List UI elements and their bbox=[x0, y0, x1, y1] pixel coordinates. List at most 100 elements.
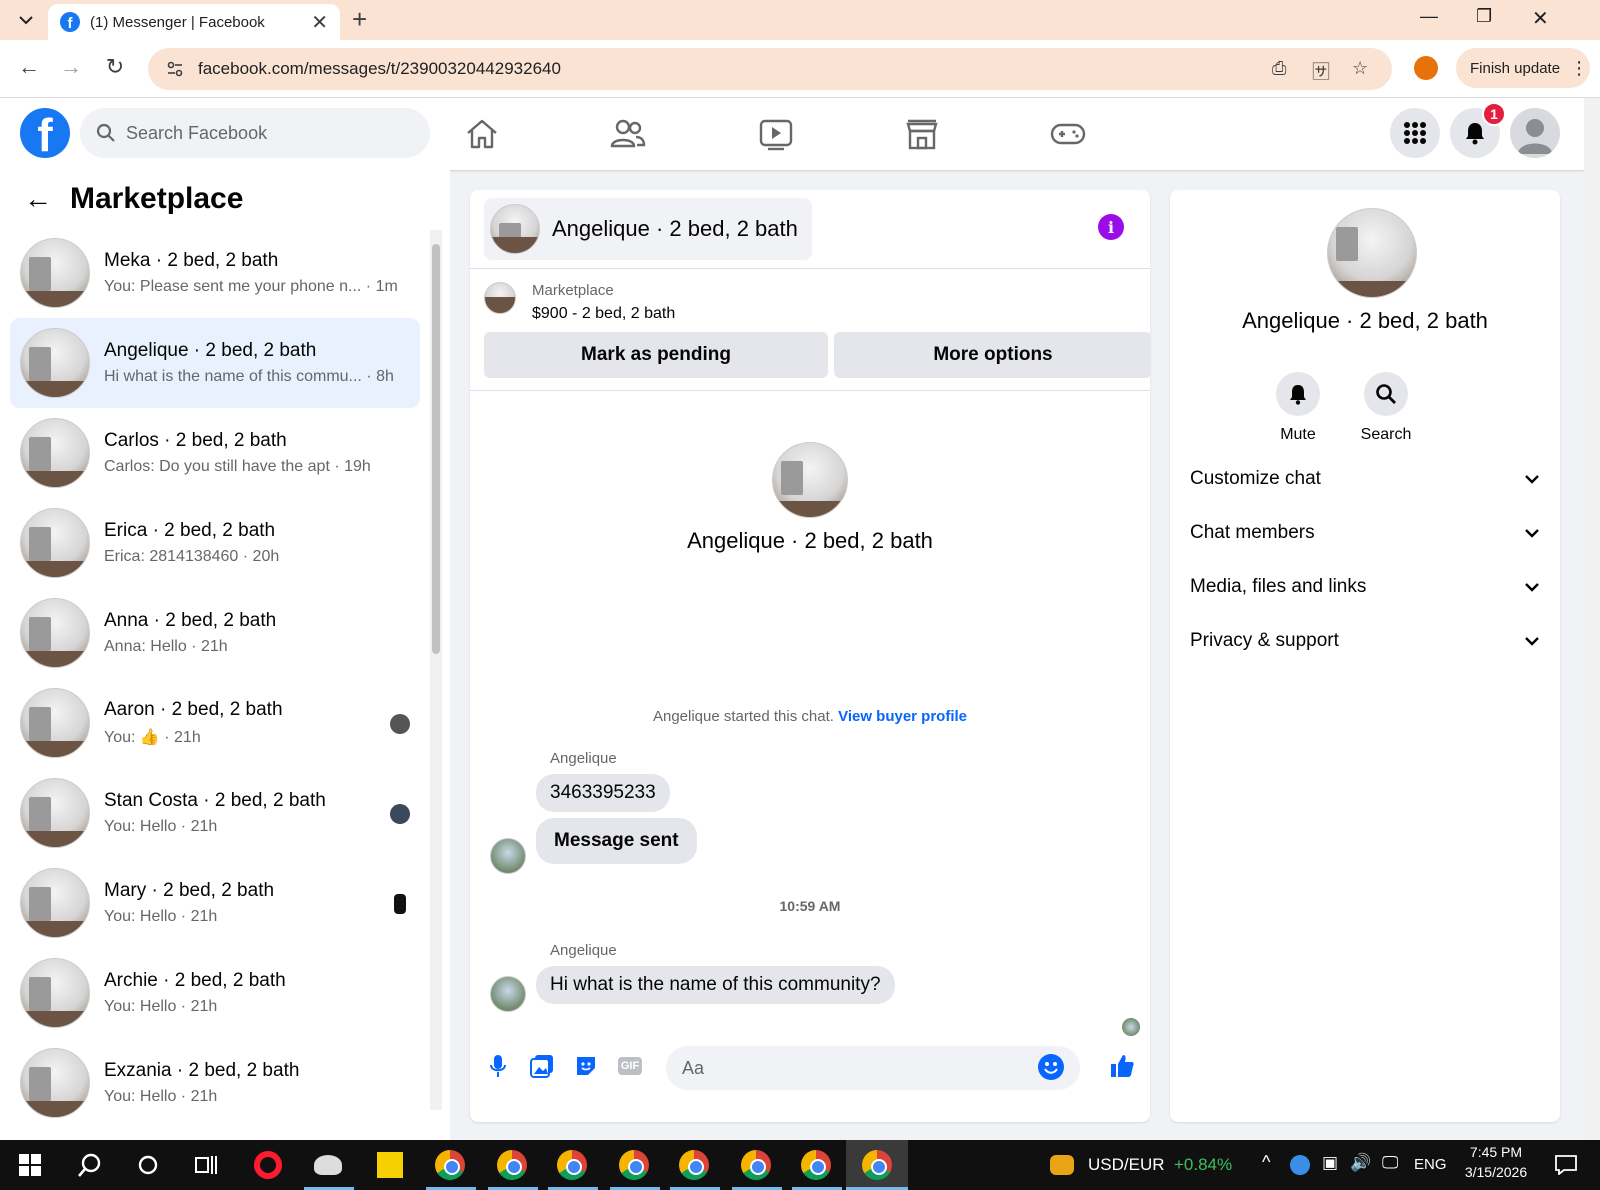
more-options-button[interactable]: More options bbox=[834, 332, 1150, 378]
conversation-preview: Hi what is the name of this commu... · 8… bbox=[104, 368, 394, 385]
marketplace-icon[interactable] bbox=[902, 114, 942, 154]
browser-tab-active[interactable]: f (1) Messenger | Facebook ✕ bbox=[48, 4, 340, 40]
clock[interactable]: 7:45 PM 3/15/2026 bbox=[1456, 1144, 1536, 1180]
address-bar[interactable]: facebook.com/messages/t/2390032044293264… bbox=[148, 48, 1392, 90]
profile-avatar-icon[interactable] bbox=[1414, 56, 1438, 80]
ticker-change: +0.84% bbox=[1174, 1155, 1233, 1174]
meet-now-icon[interactable]: ▣ bbox=[1322, 1153, 1338, 1173]
chevron-down-icon bbox=[1525, 637, 1539, 646]
search-in-chat-button[interactable]: Search bbox=[1346, 372, 1426, 444]
task-view-icon[interactable] bbox=[190, 1149, 222, 1181]
conversation-item-mary[interactable]: Mary · 2 bed, 2 bath You: Hello · 21h bbox=[10, 858, 420, 948]
account-avatar-button[interactable] bbox=[1510, 108, 1560, 158]
conversation-item-exzania[interactable]: Exzania · 2 bed, 2 bath You: Hello · 21h bbox=[10, 1038, 420, 1128]
bell-icon bbox=[1466, 123, 1484, 145]
customize-chat-section[interactable]: Customize chat bbox=[1190, 452, 1540, 506]
video-icon[interactable] bbox=[756, 114, 796, 154]
listing-label: Marketplace bbox=[532, 282, 614, 299]
home-icon[interactable] bbox=[462, 114, 502, 154]
chrome-icon[interactable] bbox=[678, 1149, 710, 1181]
chrome-icon[interactable] bbox=[800, 1149, 832, 1181]
install-app-icon[interactable]: ⎙ bbox=[1272, 58, 1286, 79]
site-info-icon[interactable] bbox=[166, 60, 184, 78]
conversation-item-meka[interactable]: Meka · 2 bed, 2 bath You: Please sent me … bbox=[10, 228, 420, 318]
chrome-icon-active[interactable] bbox=[846, 1140, 908, 1190]
sticky-notes-icon[interactable] bbox=[374, 1149, 406, 1181]
back-arrow-icon[interactable]: ← bbox=[24, 183, 52, 215]
maximize-button[interactable]: ❐ bbox=[1476, 6, 1492, 27]
conversation-item-aaron[interactable]: Aaron · 2 bed, 2 bath You: 👍 · 21h bbox=[10, 678, 420, 768]
facebook-logo[interactable]: f bbox=[20, 108, 70, 158]
show-hidden-icons-icon[interactable]: ^ bbox=[1262, 1152, 1270, 1173]
sender-avatar[interactable] bbox=[490, 838, 526, 874]
conversation-item-stan-costa[interactable]: Stan Costa · 2 bed, 2 bath You: Hello · 2… bbox=[10, 768, 420, 858]
network-app-icon[interactable] bbox=[1290, 1155, 1310, 1175]
chat-header[interactable]: Angelique · 2 bed, 2 bath bbox=[484, 198, 812, 260]
mute-button[interactable]: Mute bbox=[1258, 372, 1338, 444]
forward-button[interactable]: → bbox=[56, 54, 86, 80]
message-input[interactable] bbox=[666, 1046, 1080, 1090]
page-scrollbar[interactable] bbox=[1584, 98, 1600, 1140]
friends-icon[interactable] bbox=[608, 114, 648, 154]
finish-update-button[interactable]: Finish update ⋮ bbox=[1456, 48, 1590, 88]
new-tab-button[interactable]: + bbox=[352, 4, 367, 35]
media-files-links-section[interactable]: Media, files and links bbox=[1190, 560, 1540, 614]
input-language[interactable]: ENG bbox=[1414, 1156, 1447, 1173]
tab-close-icon[interactable]: ✕ bbox=[311, 10, 328, 35]
close-window-button[interactable]: ✕ bbox=[1532, 6, 1549, 31]
emoji-icon[interactable] bbox=[1038, 1054, 1064, 1080]
section-label: Media, files and links bbox=[1190, 576, 1367, 597]
message-bubble[interactable]: Hi what is the name of this community? bbox=[536, 966, 895, 1004]
conversation-item-angelique[interactable]: Angelique · 2 bed, 2 bath Hi what is the … bbox=[10, 318, 420, 408]
thumbs-up-icon[interactable] bbox=[1108, 1052, 1136, 1080]
bookmark-star-icon[interactable]: ☆ bbox=[1352, 58, 1368, 79]
conversation-item-anna[interactable]: Anna · 2 bed, 2 bath Anna: Hello · 21h bbox=[10, 588, 420, 678]
opera-icon[interactable] bbox=[252, 1149, 284, 1181]
facebook-search-input[interactable] bbox=[126, 122, 406, 144]
read-receipt-avatar bbox=[390, 804, 410, 824]
volume-icon[interactable]: 🔊 bbox=[1350, 1153, 1371, 1173]
more-menu-icon: ⋮ bbox=[1570, 57, 1589, 78]
chrome-icon[interactable] bbox=[740, 1149, 772, 1181]
privacy-support-section[interactable]: Privacy & support bbox=[1190, 614, 1540, 668]
tab-search-dropdown[interactable] bbox=[14, 8, 38, 32]
conversation-item-archie[interactable]: Archie · 2 bed, 2 bath You: Hello · 21h bbox=[10, 948, 420, 1038]
windows-start-icon[interactable] bbox=[14, 1149, 46, 1181]
gaming-icon[interactable] bbox=[1048, 114, 1088, 154]
gif-icon[interactable]: GIF bbox=[616, 1052, 644, 1080]
search-icon[interactable] bbox=[74, 1149, 106, 1181]
minimize-button[interactable]: — bbox=[1420, 6, 1438, 27]
avatar bbox=[1518, 119, 1552, 154]
message-sender: Angelique bbox=[550, 750, 617, 767]
conversation-item-carlos[interactable]: Carlos · 2 bed, 2 bath Carlos: Do you sti… bbox=[10, 408, 420, 498]
listing-summary[interactable]: Marketplace $900 - 2 bed, 2 bath bbox=[484, 282, 675, 323]
chrome-icon[interactable] bbox=[434, 1149, 466, 1181]
back-button[interactable]: ← bbox=[14, 54, 44, 80]
message-bubble[interactable]: Message sent bbox=[536, 818, 697, 864]
reload-button[interactable]: ↻ bbox=[100, 54, 130, 80]
photo-icon[interactable] bbox=[528, 1052, 556, 1080]
microphone-icon[interactable] bbox=[484, 1052, 512, 1080]
action-center-icon[interactable] bbox=[1550, 1149, 1582, 1181]
sidebar-scroll-thumb[interactable] bbox=[432, 244, 440, 654]
search-icon bbox=[1376, 384, 1396, 404]
translate-icon[interactable]: 🈂 bbox=[1312, 58, 1330, 84]
sender-avatar[interactable] bbox=[490, 976, 526, 1012]
network-icon[interactable]: 🖵 bbox=[1382, 1153, 1398, 1173]
app-icon[interactable] bbox=[312, 1149, 344, 1181]
menu-grid-button[interactable] bbox=[1390, 108, 1440, 158]
sticker-icon[interactable] bbox=[572, 1052, 600, 1080]
chat-members-section[interactable]: Chat members bbox=[1190, 506, 1540, 560]
conversation-item-erica[interactable]: Erica · 2 bed, 2 bath Erica: 2814138460 ·… bbox=[10, 498, 420, 588]
cortana-icon[interactable] bbox=[132, 1149, 164, 1181]
facebook-search[interactable] bbox=[80, 108, 430, 158]
chrome-icon[interactable] bbox=[618, 1149, 650, 1181]
info-icon[interactable]: i bbox=[1098, 214, 1124, 240]
chrome-icon[interactable] bbox=[556, 1149, 588, 1181]
ticker-symbol[interactable]: USD/EUR bbox=[1088, 1155, 1165, 1175]
message-bubble[interactable]: 3463395233 bbox=[536, 774, 670, 812]
view-buyer-profile-link[interactable]: View buyer profile bbox=[838, 708, 967, 725]
mark-pending-button[interactable]: Mark as pending bbox=[484, 332, 828, 378]
search-label: Search bbox=[1360, 426, 1412, 443]
chrome-icon[interactable] bbox=[496, 1149, 528, 1181]
